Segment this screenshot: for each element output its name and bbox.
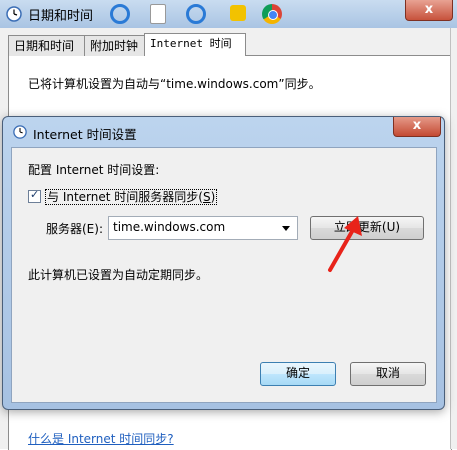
dialog-title: Internet 时间设置 bbox=[33, 127, 137, 142]
auto-sync-text: 此计算机已设置为自动定期同步。 bbox=[28, 268, 209, 282]
chevron-down-icon[interactable] bbox=[282, 226, 290, 231]
window-titlebar[interactable]: 日期和时间 x bbox=[0, 0, 457, 28]
internet-explorer-icon bbox=[186, 4, 206, 24]
config-label: 配置 Internet 时间设置: bbox=[28, 163, 160, 177]
sync-checkbox-label[interactable]: 与 Internet 时间服务器同步(S) bbox=[45, 188, 218, 205]
sync-status-text: 已将计算机设置为自动与“time.windows.com”同步。 bbox=[28, 77, 321, 91]
sync-checkbox[interactable]: ✓ bbox=[28, 188, 41, 203]
internet-time-settings-dialog: Internet 时间设置 x 配置 Internet 时间设置: ✓ 与 In… bbox=[2, 116, 445, 410]
close-icon: x bbox=[424, 2, 434, 17]
document-icon bbox=[150, 4, 166, 24]
dialog-body: 配置 Internet 时间设置: ✓ 与 Internet 时间服务器同步(S… bbox=[11, 147, 437, 403]
server-select[interactable]: time.windows.com bbox=[108, 216, 298, 240]
tab-additional-clocks[interactable]: 附加时钟 bbox=[84, 35, 148, 56]
clock-icon bbox=[13, 125, 27, 139]
server-select-value: time.windows.com bbox=[113, 220, 226, 234]
checkmark-icon: ✓ bbox=[30, 188, 40, 201]
window-title: 日期和时间 bbox=[28, 9, 94, 24]
cancel-button[interactable]: 取消 bbox=[350, 362, 426, 386]
internet-explorer-icon bbox=[110, 4, 130, 24]
tab-internet-time[interactable]: Internet 时间 bbox=[144, 33, 246, 56]
close-icon: x bbox=[412, 118, 422, 133]
tab-date-time[interactable]: 日期和时间 bbox=[8, 35, 88, 56]
server-label: 服务器(E): bbox=[46, 222, 103, 236]
internet-time-help-link[interactable]: 什么是 Internet 时间同步? bbox=[28, 430, 174, 447]
ok-button[interactable]: 确定 bbox=[260, 362, 336, 386]
clock-icon bbox=[6, 6, 22, 22]
window-edge bbox=[450, 28, 457, 449]
red-arrow-icon bbox=[328, 216, 362, 272]
dialog-close-button[interactable]: x bbox=[393, 117, 441, 137]
folder-icon bbox=[230, 5, 246, 21]
window-close-button[interactable]: x bbox=[405, 0, 453, 21]
chrome-icon bbox=[262, 4, 282, 24]
